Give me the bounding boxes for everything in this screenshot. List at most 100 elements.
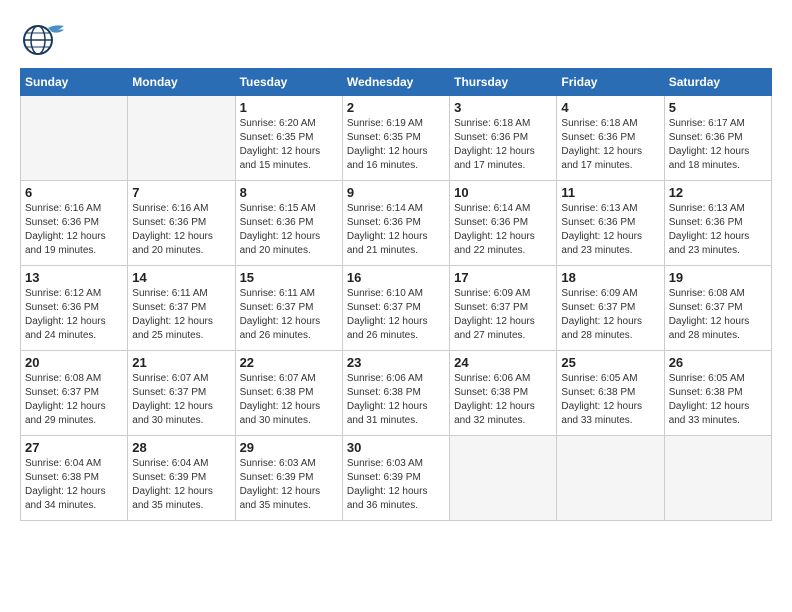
- calendar-week-row: 1Sunrise: 6:20 AMSunset: 6:35 PMDaylight…: [21, 96, 772, 181]
- day-info: Sunrise: 6:08 AMSunset: 6:37 PMDaylight:…: [669, 287, 767, 343]
- calendar-cell: 12 Sunrise: 6:13 AMSunset: 6:36 PMDayligh…: [664, 181, 771, 266]
- calendar-cell: 22 Sunrise: 6:07 AMSunset: 6:38 PMDayligh…: [235, 351, 342, 436]
- day-number: 26: [669, 355, 767, 370]
- weekday-header-friday: Friday: [557, 69, 664, 96]
- day-info: Sunrise: 6:12 AMSunset: 6:36 PMDaylight:…: [25, 287, 123, 343]
- day-info: Sunrise: 6:05 AMSunset: 6:38 PMDaylight:…: [561, 372, 659, 428]
- day-number: 20: [25, 355, 123, 370]
- weekday-header-tuesday: Tuesday: [235, 69, 342, 96]
- day-number: 9: [347, 185, 445, 200]
- calendar-cell: 4Sunrise: 6:18 AMSunset: 6:36 PMDaylight…: [557, 96, 664, 181]
- day-number: 14: [132, 270, 230, 285]
- calendar-cell: 23 Sunrise: 6:06 AMSunset: 6:38 PMDayligh…: [342, 351, 449, 436]
- calendar-cell: 17 Sunrise: 6:09 AMSunset: 6:37 PMDayligh…: [450, 266, 557, 351]
- day-number: 6: [25, 185, 123, 200]
- calendar-cell: 2 Sunrise: 6:19 AMSunset: 6:35 PMDaylight…: [342, 96, 449, 181]
- day-info: Sunrise: 6:19 AMSunset: 6:35 PMDaylight:…: [347, 117, 445, 173]
- day-info: Sunrise: 6:10 AMSunset: 6:37 PMDaylight:…: [347, 287, 445, 343]
- day-info: Sunrise: 6:15 AMSunset: 6:36 PMDaylight:…: [240, 202, 338, 258]
- day-info: Sunrise: 6:04 AMSunset: 6:39 PMDaylight:…: [132, 457, 230, 513]
- day-number: 7: [132, 185, 230, 200]
- calendar-cell: 9Sunrise: 6:14 AMSunset: 6:36 PMDaylight…: [342, 181, 449, 266]
- day-info: Sunrise: 6:11 AMSunset: 6:37 PMDaylight:…: [240, 287, 338, 343]
- calendar-cell: 25 Sunrise: 6:05 AMSunset: 6:38 PMDayligh…: [557, 351, 664, 436]
- calendar-cell: 19 Sunrise: 6:08 AMSunset: 6:37 PMDayligh…: [664, 266, 771, 351]
- calendar-cell: 27 Sunrise: 6:04 AMSunset: 6:38 PMDayligh…: [21, 436, 128, 521]
- calendar-cell: 1Sunrise: 6:20 AMSunset: 6:35 PMDaylight…: [235, 96, 342, 181]
- calendar-week-row: 6 Sunrise: 6:16 AMSunset: 6:36 PMDaylight…: [21, 181, 772, 266]
- calendar-cell: [128, 96, 235, 181]
- weekday-header-wednesday: Wednesday: [342, 69, 449, 96]
- day-info: Sunrise: 6:09 AMSunset: 6:37 PMDaylight:…: [561, 287, 659, 343]
- day-number: 5: [669, 100, 767, 115]
- logo: [20, 20, 72, 58]
- calendar-cell: 15 Sunrise: 6:11 AMSunset: 6:37 PMDayligh…: [235, 266, 342, 351]
- day-info: Sunrise: 6:16 AMSunset: 6:36 PMDaylight:…: [25, 202, 123, 258]
- calendar-cell: 5 Sunrise: 6:17 AMSunset: 6:36 PMDaylight…: [664, 96, 771, 181]
- day-info: Sunrise: 6:13 AMSunset: 6:36 PMDaylight:…: [561, 202, 659, 258]
- logo-icon: [20, 20, 68, 58]
- day-number: 21: [132, 355, 230, 370]
- day-number: 15: [240, 270, 338, 285]
- day-info: Sunrise: 6:06 AMSunset: 6:38 PMDaylight:…: [454, 372, 552, 428]
- day-number: 27: [25, 440, 123, 455]
- calendar-cell: 18 Sunrise: 6:09 AMSunset: 6:37 PMDayligh…: [557, 266, 664, 351]
- calendar-week-row: 20 Sunrise: 6:08 AMSunset: 6:37 PMDayligh…: [21, 351, 772, 436]
- weekday-header-saturday: Saturday: [664, 69, 771, 96]
- day-number: 3: [454, 100, 552, 115]
- calendar-cell: [557, 436, 664, 521]
- calendar-week-row: 27 Sunrise: 6:04 AMSunset: 6:38 PMDayligh…: [21, 436, 772, 521]
- calendar-cell: [450, 436, 557, 521]
- calendar-cell: 26 Sunrise: 6:05 AMSunset: 6:38 PMDayligh…: [664, 351, 771, 436]
- calendar-cell: 14 Sunrise: 6:11 AMSunset: 6:37 PMDayligh…: [128, 266, 235, 351]
- day-info: Sunrise: 6:13 AMSunset: 6:36 PMDaylight:…: [669, 202, 767, 258]
- day-number: 8: [240, 185, 338, 200]
- day-number: 2: [347, 100, 445, 115]
- day-info: Sunrise: 6:08 AMSunset: 6:37 PMDaylight:…: [25, 372, 123, 428]
- day-info: Sunrise: 6:07 AMSunset: 6:38 PMDaylight:…: [240, 372, 338, 428]
- day-number: 22: [240, 355, 338, 370]
- calendar-cell: 10 Sunrise: 6:14 AMSunset: 6:36 PMDayligh…: [450, 181, 557, 266]
- calendar-cell: 24 Sunrise: 6:06 AMSunset: 6:38 PMDayligh…: [450, 351, 557, 436]
- day-number: 17: [454, 270, 552, 285]
- calendar-cell: 13 Sunrise: 6:12 AMSunset: 6:36 PMDayligh…: [21, 266, 128, 351]
- day-info: Sunrise: 6:06 AMSunset: 6:38 PMDaylight:…: [347, 372, 445, 428]
- day-info: Sunrise: 6:05 AMSunset: 6:38 PMDaylight:…: [669, 372, 767, 428]
- day-info: Sunrise: 6:14 AMSunset: 6:36 PMDaylight:…: [454, 202, 552, 258]
- calendar-cell: [664, 436, 771, 521]
- day-info: Sunrise: 6:16 AMSunset: 6:36 PMDaylight:…: [132, 202, 230, 258]
- day-number: 28: [132, 440, 230, 455]
- calendar-cell: 7 Sunrise: 6:16 AMSunset: 6:36 PMDaylight…: [128, 181, 235, 266]
- calendar-cell: 30Sunrise: 6:03 AMSunset: 6:39 PMDayligh…: [342, 436, 449, 521]
- calendar-cell: 11 Sunrise: 6:13 AMSunset: 6:36 PMDayligh…: [557, 181, 664, 266]
- day-number: 10: [454, 185, 552, 200]
- day-number: 18: [561, 270, 659, 285]
- weekday-header-thursday: Thursday: [450, 69, 557, 96]
- day-info: Sunrise: 6:03 AMSunset: 6:39 PMDaylight:…: [347, 457, 445, 513]
- day-info: Sunrise: 6:11 AMSunset: 6:37 PMDaylight:…: [132, 287, 230, 343]
- day-info: Sunrise: 6:17 AMSunset: 6:36 PMDaylight:…: [669, 117, 767, 173]
- page-header: [20, 20, 772, 58]
- day-number: 23: [347, 355, 445, 370]
- calendar-cell: 21 Sunrise: 6:07 AMSunset: 6:37 PMDayligh…: [128, 351, 235, 436]
- calendar-cell: 16Sunrise: 6:10 AMSunset: 6:37 PMDayligh…: [342, 266, 449, 351]
- weekday-header-monday: Monday: [128, 69, 235, 96]
- day-number: 13: [25, 270, 123, 285]
- calendar-cell: 8 Sunrise: 6:15 AMSunset: 6:36 PMDaylight…: [235, 181, 342, 266]
- day-number: 4: [561, 100, 659, 115]
- day-info: Sunrise: 6:03 AMSunset: 6:39 PMDaylight:…: [240, 457, 338, 513]
- day-info: Sunrise: 6:09 AMSunset: 6:37 PMDaylight:…: [454, 287, 552, 343]
- calendar-cell: 20 Sunrise: 6:08 AMSunset: 6:37 PMDayligh…: [21, 351, 128, 436]
- day-number: 24: [454, 355, 552, 370]
- day-info: Sunrise: 6:07 AMSunset: 6:37 PMDaylight:…: [132, 372, 230, 428]
- day-info: Sunrise: 6:04 AMSunset: 6:38 PMDaylight:…: [25, 457, 123, 513]
- weekday-header-sunday: Sunday: [21, 69, 128, 96]
- day-number: 12: [669, 185, 767, 200]
- day-number: 11: [561, 185, 659, 200]
- day-number: 19: [669, 270, 767, 285]
- day-info: Sunrise: 6:18 AMSunset: 6:36 PMDaylight:…: [454, 117, 552, 173]
- calendar-table: SundayMondayTuesdayWednesdayThursdayFrid…: [20, 68, 772, 521]
- day-number: 29: [240, 440, 338, 455]
- calendar-cell: 28 Sunrise: 6:04 AMSunset: 6:39 PMDayligh…: [128, 436, 235, 521]
- day-number: 25: [561, 355, 659, 370]
